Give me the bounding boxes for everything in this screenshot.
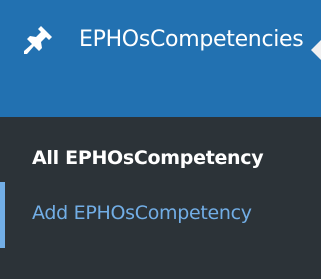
submenu-item-add[interactable]: Add EPHOsCompetency — [32, 198, 272, 228]
pin-icon — [22, 24, 54, 56]
admin-menu: EPHOsCompetencies All EPHOsCompetency Ad… — [0, 0, 321, 279]
submenu: All EPHOsCompetency Add EPHOsCompetency — [0, 117, 321, 279]
current-menu-arrow — [311, 40, 321, 60]
hover-indicator — [0, 182, 5, 248]
menu-item-ephoscompetencies[interactable]: EPHOsCompetencies — [0, 0, 321, 117]
submenu-item-all[interactable]: All EPHOsCompetency — [32, 143, 264, 173]
menu-title: EPHOsCompetencies — [79, 27, 304, 52]
